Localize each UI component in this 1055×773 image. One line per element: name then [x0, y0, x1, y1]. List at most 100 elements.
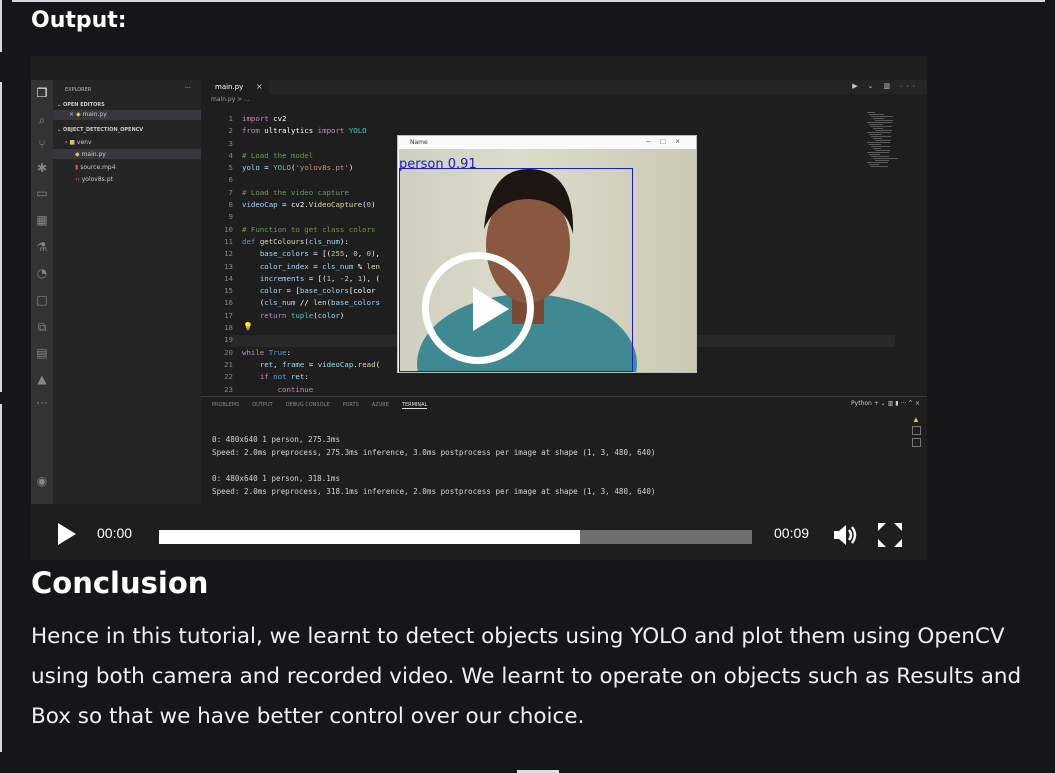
window-buttons[interactable]: –□× [646, 137, 690, 146]
code-line[interactable]: 22 if not ret: [211, 371, 380, 383]
breadcrumb: main.py > ... [211, 96, 250, 103]
play-overlay-button[interactable] [422, 252, 534, 364]
code-line[interactable]: 8 videoCap = cv2.VideoCapture(0) [211, 199, 380, 211]
minimap-line [869, 134, 882, 135]
progress-bar[interactable] [159, 530, 752, 544]
tab-azure[interactable]: AZURE [372, 402, 389, 408]
terminal-panel: PROBLEMS OUTPUT DEBUG CONSOLE PORTS AZURE TER… [201, 396, 927, 504]
minimap-line [873, 138, 882, 139]
terminal-line: 0: 480x640 1 person, 318.1ms [212, 474, 341, 483]
terminal-line: Speed: 2.0ms preprocess, 275.3ms inferen… [212, 448, 656, 457]
progress-fill [159, 530, 581, 544]
line-number: 15 [224, 286, 233, 296]
line-number: 22 [224, 372, 233, 382]
code-line[interactable]: 6 [211, 174, 380, 186]
panel-tabs: PROBLEMS OUTPUT DEBUG CONSOLE PORTS AZURE TER… [212, 402, 440, 409]
minimap-line [873, 158, 898, 159]
code-line[interactable]: 9 [211, 211, 380, 223]
code-line[interactable]: 5 yolo = YOLO('yolov8s.pt') [211, 162, 380, 174]
tab-label: main.py [215, 83, 244, 91]
chat-icon: ▤ [36, 346, 48, 360]
tree-item-venv[interactable]: › ■ venv [65, 139, 92, 146]
output-heading: Output: [31, 8, 127, 33]
tab-output[interactable]: OUTPUT [252, 402, 272, 408]
play-button[interactable] [58, 523, 76, 545]
close-icon[interactable]: × [256, 82, 263, 91]
line-number: 19 [224, 335, 233, 345]
line-number: 21 [224, 359, 233, 369]
code-editor[interactable]: 1 import cv2 2 from ultralytics import YOLO… [211, 113, 380, 396]
explorer-more[interactable]: ··· [185, 85, 191, 92]
tree-item-source-mp4[interactable]: ▮ source.mp4 [75, 164, 116, 171]
code-line[interactable]: 12 base_colors = [(255, 0, 0), [211, 248, 380, 260]
line-number: 6 [228, 175, 233, 185]
editor-actions[interactable]: ▶ ⌄ ▥ ··· [852, 82, 919, 90]
video-player[interactable]: ❐ ⌕ ⑂ ✱ ▭ ▦ ⚗ ◔ □ ⧉ ▤ ▲ ··· ◉ EXPLORER ·… [31, 56, 927, 560]
volume-icon[interactable] [832, 522, 858, 548]
tab-problems[interactable]: PROBLEMS [212, 402, 239, 408]
panel-actions[interactable]: Python + ⌄ ▥ ▮ ··· ^ × [851, 400, 920, 407]
code-line[interactable]: 10 # Function to get class colors [211, 224, 380, 236]
code-line[interactable]: 23 continue [211, 384, 380, 396]
account-icon: ◉ [36, 474, 48, 488]
code-line[interactable]: 14 increments = [(1, -2, 1), ( [211, 273, 380, 285]
tab-debug-console[interactable]: DEBUG CONSOLE [286, 402, 330, 408]
line-number: 11 [224, 236, 233, 246]
files-icon: ❐ [36, 86, 48, 100]
code-line[interactable]: 2 from ultralytics import YOLO [211, 125, 380, 137]
code-text: from ultralytics import YOLO [242, 126, 367, 136]
left-border [0, 0, 2, 52]
code-line[interactable]: 19 [211, 334, 380, 346]
code-line[interactable]: 3 [211, 138, 380, 150]
editor-tab-bar: main.py × ▶ ⌄ ▥ ··· [201, 80, 927, 94]
conclusion-heading: Conclusion [31, 566, 209, 600]
minimap-line [871, 146, 890, 147]
code-text: increments = [(1, -2, 1), ( [259, 273, 380, 283]
minimap-line [867, 112, 875, 113]
terminal-icon[interactable] [912, 438, 921, 447]
docker-icon: ⧉ [37, 320, 47, 334]
code-text: base_colors = [(255, 0, 0), [259, 249, 380, 259]
code-text: (cls_num // len(base_colors [242, 298, 380, 308]
tree-item-main-py[interactable]: ◆ main.py [75, 151, 106, 158]
testing-icon: ⚗ [36, 240, 48, 254]
code-text: return tuple(color) [259, 310, 345, 320]
code-text: def getColours(cls_num): [242, 236, 349, 246]
code-line[interactable]: 15 color = [base_colors[color [211, 285, 380, 297]
open-editor-item[interactable]: × ◆ main.py [69, 111, 107, 118]
code-line[interactable]: 21 ret, frame = videoCap.read( [211, 359, 380, 371]
open-editors-header[interactable]: ⌄ OPEN EDITORS [57, 102, 105, 108]
code-line[interactable]: 1 import cv2 [211, 113, 380, 125]
current-time: 00:00 [97, 525, 133, 541]
minimap-line [875, 140, 891, 141]
code-text: if not ret: [259, 372, 309, 382]
code-line[interactable]: 4 # Load the model [211, 150, 380, 162]
code-line[interactable]: 13 color_index = cls_num % len [211, 261, 380, 273]
minimap-line [873, 128, 883, 129]
fullscreen-icon[interactable] [877, 522, 903, 548]
code-line[interactable]: 18 [211, 322, 380, 334]
line-number: 4 [228, 150, 233, 160]
code-line[interactable]: 11 def getColours(cls_num): [211, 236, 380, 248]
terminal-line: Speed: 2.0ms preprocess, 318.1ms inferen… [212, 487, 656, 496]
lightbulb-icon[interactable]: 💡 [243, 322, 253, 331]
code-text: # Function to get class colors [242, 224, 376, 234]
code-line[interactable]: 7 # Load the video capture [211, 187, 380, 199]
minimap-line [867, 142, 890, 143]
tab-terminal[interactable]: TERMINAL [401, 402, 428, 409]
tree-item-yolov8s[interactable]: ‹› yolov8s.pt [75, 176, 113, 183]
code-line[interactable]: 17 return tuple(color) [211, 310, 380, 322]
top-border [12, 0, 1045, 2]
line-number: 23 [224, 384, 233, 394]
line-number: 7 [228, 187, 233, 197]
code-line[interactable]: 20 while True: [211, 347, 380, 359]
minimap-line [873, 118, 884, 119]
conclusion-text: Hence in this tutorial, we learnt to det… [31, 624, 1022, 729]
tab-main-py[interactable]: main.py × [201, 80, 269, 94]
minimap-line [869, 154, 880, 155]
code-text: import cv2 [242, 114, 287, 123]
tab-ports[interactable]: PORTS [342, 402, 358, 408]
code-line[interactable]: 16 (cls_num // len(base_colors [211, 297, 380, 309]
project-header[interactable]: ⌄ OBJECT_DETECTION_OPENCV [57, 127, 143, 133]
terminal-icon[interactable] [912, 426, 921, 435]
